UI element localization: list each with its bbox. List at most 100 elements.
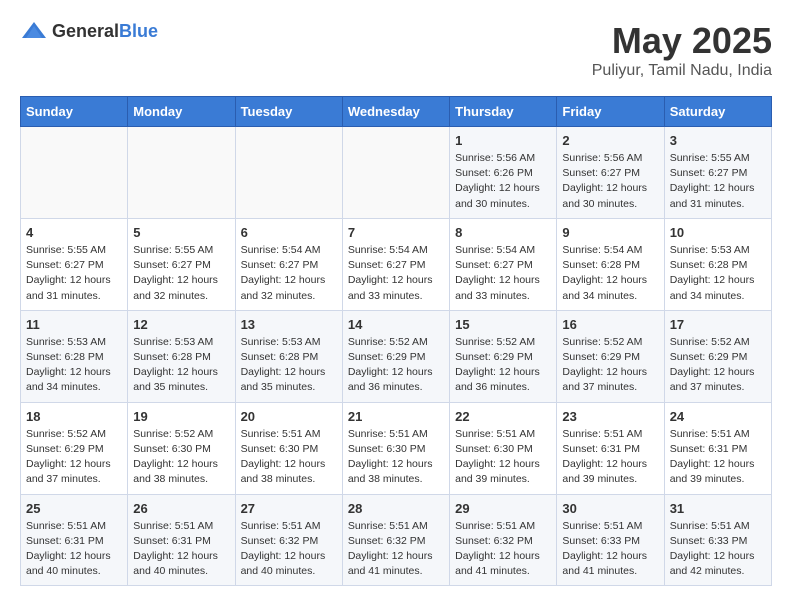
day-number: 27 (241, 501, 337, 516)
calendar-cell: 31Sunrise: 5:51 AM Sunset: 6:33 PM Dayli… (664, 494, 771, 586)
calendar-cell: 21Sunrise: 5:51 AM Sunset: 6:30 PM Dayli… (342, 402, 449, 494)
cell-info: Sunrise: 5:52 AM Sunset: 6:30 PM Dayligh… (133, 427, 229, 488)
day-number: 11 (26, 317, 122, 332)
logo-icon (20, 20, 48, 42)
cell-info: Sunrise: 5:51 AM Sunset: 6:30 PM Dayligh… (455, 427, 551, 488)
title-area: May 2025 Puliyur, Tamil Nadu, India (592, 20, 772, 80)
cell-info: Sunrise: 5:54 AM Sunset: 6:27 PM Dayligh… (241, 243, 337, 304)
calendar-cell: 23 Sunrise: 5:51 AM Sunset: 6:31 PM Dayli… (557, 402, 664, 494)
week-row-3: 11 Sunrise: 5:53 AM Sunset: 6:28 PM Dayli… (21, 310, 772, 402)
calendar-table: SundayMondayTuesdayWednesdayThursdayFrid… (20, 96, 772, 586)
cell-info: Sunrise: 5:53 AM Sunset: 6:28 PM Dayligh… (133, 335, 229, 396)
cell-info: Sunrise: 5:52 AM Sunset: 6:29 PM Dayligh… (348, 335, 444, 396)
day-number: 29 (455, 501, 551, 516)
calendar-cell: 28Sunrise: 5:51 AM Sunset: 6:32 PM Dayli… (342, 494, 449, 586)
calendar-cell: 16Sunrise: 5:52 AM Sunset: 6:29 PM Dayli… (557, 310, 664, 402)
cell-info: Sunrise: 5:53 AM Sunset: 6:28 PM Dayligh… (241, 335, 337, 396)
day-number: 25 (26, 501, 122, 516)
calendar-cell: 7 Sunrise: 5:54 AM Sunset: 6:27 PM Daylig… (342, 218, 449, 310)
header-row: SundayMondayTuesdayWednesdayThursdayFrid… (21, 97, 772, 127)
day-number: 5 (133, 225, 229, 240)
day-number: 30 (562, 501, 658, 516)
day-number: 9 (562, 225, 658, 240)
cell-info: Sunrise: 5:55 AM Sunset: 6:27 PM Dayligh… (670, 151, 766, 212)
calendar-cell: 22Sunrise: 5:51 AM Sunset: 6:30 PM Dayli… (450, 402, 557, 494)
logo-general: General (52, 21, 119, 41)
day-number: 21 (348, 409, 444, 424)
day-number: 23 (562, 409, 658, 424)
day-number: 24 (670, 409, 766, 424)
day-number: 14 (348, 317, 444, 332)
location-title: Puliyur, Tamil Nadu, India (592, 62, 772, 80)
logo: GeneralBlue (20, 20, 158, 42)
day-number: 4 (26, 225, 122, 240)
cell-info: Sunrise: 5:51 AM Sunset: 6:31 PM Dayligh… (562, 427, 658, 488)
calendar-cell: 13 Sunrise: 5:53 AM Sunset: 6:28 PM Dayli… (235, 310, 342, 402)
day-number: 8 (455, 225, 551, 240)
calendar-cell: 4 Sunrise: 5:55 AM Sunset: 6:27 PM Daylig… (21, 218, 128, 310)
cell-info: Sunrise: 5:52 AM Sunset: 6:29 PM Dayligh… (455, 335, 551, 396)
day-number: 17 (670, 317, 766, 332)
calendar-cell: 30Sunrise: 5:51 AM Sunset: 6:33 PM Dayli… (557, 494, 664, 586)
day-number: 26 (133, 501, 229, 516)
calendar-cell: 26 Sunrise: 5:51 AM Sunset: 6:31 PM Dayli… (128, 494, 235, 586)
day-number: 3 (670, 133, 766, 148)
day-number: 6 (241, 225, 337, 240)
calendar-cell: 15 Sunrise: 5:52 AM Sunset: 6:29 PM Dayli… (450, 310, 557, 402)
day-number: 31 (670, 501, 766, 516)
day-number: 1 (455, 133, 551, 148)
calendar-cell (342, 127, 449, 219)
day-number: 10 (670, 225, 766, 240)
calendar-cell: 29 Sunrise: 5:51 AM Sunset: 6:32 PM Dayli… (450, 494, 557, 586)
header-day-tuesday: Tuesday (235, 97, 342, 127)
cell-info: Sunrise: 5:56 AM Sunset: 6:27 PM Dayligh… (562, 151, 658, 212)
week-row-1: 1 Sunrise: 5:56 AM Sunset: 6:26 PM Daylig… (21, 127, 772, 219)
header-day-monday: Monday (128, 97, 235, 127)
day-number: 18 (26, 409, 122, 424)
calendar-cell: 10 Sunrise: 5:53 AM Sunset: 6:28 PM Dayli… (664, 218, 771, 310)
calendar-cell: 20 Sunrise: 5:51 AM Sunset: 6:30 PM Dayli… (235, 402, 342, 494)
cell-info: Sunrise: 5:55 AM Sunset: 6:27 PM Dayligh… (26, 243, 122, 304)
calendar-cell: 27Sunrise: 5:51 AM Sunset: 6:32 PM Dayli… (235, 494, 342, 586)
calendar-cell: 18 Sunrise: 5:52 AM Sunset: 6:29 PM Dayli… (21, 402, 128, 494)
cell-info: Sunrise: 5:52 AM Sunset: 6:29 PM Dayligh… (26, 427, 122, 488)
cell-info: Sunrise: 5:51 AM Sunset: 6:31 PM Dayligh… (26, 519, 122, 580)
cell-info: Sunrise: 5:51 AM Sunset: 6:31 PM Dayligh… (133, 519, 229, 580)
calendar-cell: 2Sunrise: 5:56 AM Sunset: 6:27 PM Daylig… (557, 127, 664, 219)
header-day-saturday: Saturday (664, 97, 771, 127)
cell-info: Sunrise: 5:51 AM Sunset: 6:32 PM Dayligh… (455, 519, 551, 580)
calendar-cell: 6 Sunrise: 5:54 AM Sunset: 6:27 PM Daylig… (235, 218, 342, 310)
cell-info: Sunrise: 5:51 AM Sunset: 6:31 PM Dayligh… (670, 427, 766, 488)
calendar-cell (235, 127, 342, 219)
cell-info: Sunrise: 5:51 AM Sunset: 6:32 PM Dayligh… (348, 519, 444, 580)
calendar-cell: 5Sunrise: 5:55 AM Sunset: 6:27 PM Daylig… (128, 218, 235, 310)
cell-info: Sunrise: 5:51 AM Sunset: 6:30 PM Dayligh… (241, 427, 337, 488)
day-number: 13 (241, 317, 337, 332)
calendar-cell: 8 Sunrise: 5:54 AM Sunset: 6:27 PM Daylig… (450, 218, 557, 310)
calendar-cell: 14 Sunrise: 5:52 AM Sunset: 6:29 PM Dayli… (342, 310, 449, 402)
cell-info: Sunrise: 5:54 AM Sunset: 6:27 PM Dayligh… (348, 243, 444, 304)
calendar-cell (21, 127, 128, 219)
calendar-cell: 19 Sunrise: 5:52 AM Sunset: 6:30 PM Dayli… (128, 402, 235, 494)
week-row-2: 4 Sunrise: 5:55 AM Sunset: 6:27 PM Daylig… (21, 218, 772, 310)
month-title: May 2025 (592, 20, 772, 62)
day-number: 20 (241, 409, 337, 424)
day-number: 16 (562, 317, 658, 332)
header-day-thursday: Thursday (450, 97, 557, 127)
logo-blue: Blue (119, 21, 158, 41)
cell-info: Sunrise: 5:53 AM Sunset: 6:28 PM Dayligh… (26, 335, 122, 396)
day-number: 7 (348, 225, 444, 240)
cell-info: Sunrise: 5:54 AM Sunset: 6:28 PM Dayligh… (562, 243, 658, 304)
cell-info: Sunrise: 5:53 AM Sunset: 6:28 PM Dayligh… (670, 243, 766, 304)
calendar-cell: 25 Sunrise: 5:51 AM Sunset: 6:31 PM Dayli… (21, 494, 128, 586)
cell-info: Sunrise: 5:52 AM Sunset: 6:29 PM Dayligh… (670, 335, 766, 396)
cell-info: Sunrise: 5:56 AM Sunset: 6:26 PM Dayligh… (455, 151, 551, 212)
day-number: 19 (133, 409, 229, 424)
page-header: GeneralBlue May 2025 Puliyur, Tamil Nadu… (20, 20, 772, 80)
cell-info: Sunrise: 5:54 AM Sunset: 6:27 PM Dayligh… (455, 243, 551, 304)
week-row-4: 18 Sunrise: 5:52 AM Sunset: 6:29 PM Dayli… (21, 402, 772, 494)
day-number: 15 (455, 317, 551, 332)
calendar-cell: 17 Sunrise: 5:52 AM Sunset: 6:29 PM Dayli… (664, 310, 771, 402)
calendar-cell: 11 Sunrise: 5:53 AM Sunset: 6:28 PM Dayli… (21, 310, 128, 402)
header-day-sunday: Sunday (21, 97, 128, 127)
